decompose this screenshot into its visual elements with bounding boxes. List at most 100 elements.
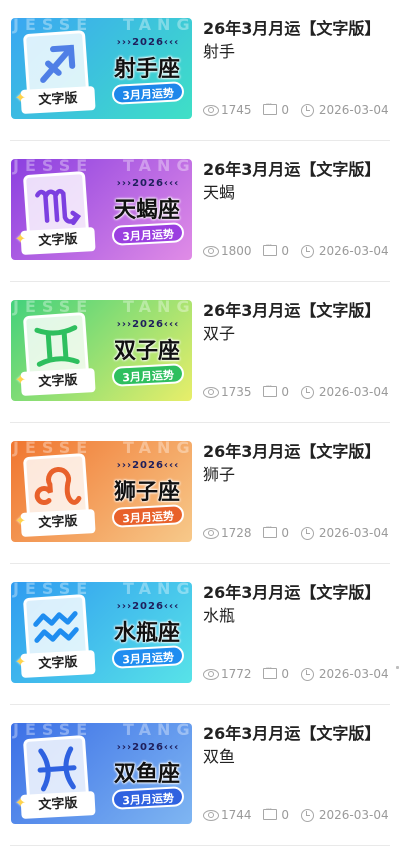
article-list-item[interactable]: JESSE TANG ›››2026‹‹‹ 射手座 3月月运势 文字版 ✦ 26… [0, 0, 400, 141]
article-thumbnail[interactable]: JESSE TANG ›››2026‹‹‹ 双鱼座 3月月运势 文字版 ✦ [11, 723, 192, 824]
thumbnail-text-tag: 文字版 [20, 86, 96, 114]
article-thumbnail[interactable]: JESSE TANG ›››2026‹‹‹ 水瓶座 3月月运势 文字版 ✦ [11, 582, 192, 683]
sparkle-icon: ✦ [15, 514, 26, 529]
thumbnail-sign-name: 天蝎座 [113, 198, 180, 223]
view-count: 1745 [221, 102, 252, 117]
article-subtitle[interactable]: 天蝎 [203, 182, 383, 204]
thumbnail-year: ›››2026‹‹‹ [116, 178, 180, 189]
eye-icon [203, 104, 219, 116]
article-thumbnail[interactable]: JESSE TANG ›››2026‹‹‹ 狮子座 3月月运势 文字版 ✦ [11, 441, 192, 542]
thumbnail-year: ›››2026‹‹‹ [116, 460, 180, 471]
thumbnail-watermark-right: TANG [123, 159, 192, 175]
sparkle-icon: ✦ [15, 232, 26, 247]
article-subtitle[interactable]: 双子 [203, 323, 383, 345]
eye-icon [203, 245, 219, 257]
view-count: 1735 [221, 384, 252, 399]
article-meta: 1745 0 2026-03-04 [203, 100, 393, 118]
comment-count: 0 [281, 525, 290, 540]
thumbnail-text-tag: 文字版 [20, 650, 96, 678]
sparkle-icon: ✦ [15, 373, 26, 388]
publish-date: 2026-03-04 [318, 666, 389, 681]
thumbnail-text-tag: 文字版 [20, 227, 96, 255]
eye-icon [203, 668, 219, 680]
article-list-item[interactable]: JESSE TANG ›››2026‹‹‹ 狮子座 3月月运势 文字版 ✦ 26… [0, 423, 400, 564]
thumbnail-watermark-right: TANG [123, 582, 192, 598]
comment-icon [263, 241, 278, 257]
clock-icon [300, 808, 316, 822]
publish-date: 2026-03-04 [318, 384, 389, 399]
thumbnail-month-label: 3月月运势 [111, 363, 185, 387]
comment-count: 0 [281, 807, 290, 822]
view-count: 1744 [221, 807, 252, 822]
article-subtitle[interactable]: 双鱼 [203, 746, 383, 768]
clock-icon [300, 103, 316, 117]
thumbnail-watermark-right: TANG [123, 300, 192, 316]
article-list-item[interactable]: JESSE TANG ›››2026‹‹‹ 双子座 3月月运势 文字版 ✦ 26… [0, 282, 400, 423]
thumbnail-watermark-right: TANG [123, 18, 192, 34]
publish-date: 2026-03-04 [318, 525, 389, 540]
article-meta: 1772 0 2026-03-04 [203, 664, 393, 682]
thumbnail-month-label: 3月月运势 [111, 81, 185, 105]
thumbnail-month-label: 3月月运势 [111, 222, 185, 246]
thumbnail-year: ›››2026‹‹‹ [116, 37, 180, 48]
article-thumbnail[interactable]: JESSE TANG ›››2026‹‹‹ 射手座 3月月运势 文字版 ✦ [11, 18, 192, 119]
eye-icon [203, 527, 219, 539]
comment-icon [263, 805, 278, 821]
article-subtitle[interactable]: 射手 [203, 41, 383, 63]
sparkle-icon: ✦ [15, 91, 26, 106]
comment-count: 0 [281, 384, 290, 399]
eye-icon [203, 809, 219, 821]
scroll-indicator[interactable] [396, 666, 399, 669]
thumbnail-sign-name: 双鱼座 [113, 762, 180, 787]
comment-count: 0 [281, 666, 290, 681]
thumbnail-sign-name: 水瓶座 [113, 621, 180, 646]
article-meta: 1728 0 2026-03-04 [203, 523, 393, 541]
article-meta: 1800 0 2026-03-04 [203, 241, 393, 259]
clock-icon [300, 244, 316, 258]
article-list-item[interactable]: JESSE TANG ›››2026‹‹‹ 双鱼座 3月月运势 文字版 ✦ 26… [0, 705, 400, 846]
thumbnail-text-tag: 文字版 [20, 368, 96, 396]
thumbnail-text-tag: 文字版 [20, 791, 96, 819]
thumbnail-text-tag: 文字版 [20, 509, 96, 537]
sparkle-icon: ✦ [15, 796, 26, 811]
item-divider [10, 845, 390, 846]
comment-count: 0 [281, 243, 290, 258]
thumbnail-year: ›››2026‹‹‹ [116, 601, 180, 612]
article-subtitle[interactable]: 水瓶 [203, 605, 383, 627]
view-count: 1772 [221, 666, 252, 681]
article-meta: 1744 0 2026-03-04 [203, 805, 393, 823]
thumbnail-month-label: 3月月运势 [111, 786, 185, 810]
thumbnail-year: ›››2026‹‹‹ [116, 742, 180, 753]
comment-count: 0 [281, 102, 290, 117]
comment-icon [263, 664, 278, 680]
article-thumbnail[interactable]: JESSE TANG ›››2026‹‹‹ 双子座 3月月运势 文字版 ✦ [11, 300, 192, 401]
thumbnail-watermark-right: TANG [123, 441, 192, 457]
thumbnail-year: ›››2026‹‹‹ [116, 319, 180, 330]
view-count: 1800 [221, 243, 252, 258]
article-title[interactable]: 26年3月月运【文字版】 [203, 723, 393, 745]
clock-icon [300, 385, 316, 399]
sparkle-icon: ✦ [15, 655, 26, 670]
thumbnail-sign-name: 双子座 [113, 339, 180, 364]
comment-icon [263, 382, 278, 398]
thumbnail-watermark-right: TANG [123, 723, 192, 739]
article-thumbnail[interactable]: JESSE TANG ›››2026‹‹‹ 天蝎座 3月月运势 文字版 ✦ [11, 159, 192, 260]
comment-icon [263, 100, 278, 116]
thumbnail-month-label: 3月月运势 [111, 645, 185, 669]
clock-icon [300, 667, 316, 681]
article-title[interactable]: 26年3月月运【文字版】 [203, 159, 393, 181]
article-title[interactable]: 26年3月月运【文字版】 [203, 300, 393, 322]
clock-icon [300, 526, 316, 540]
article-title[interactable]: 26年3月月运【文字版】 [203, 18, 393, 40]
article-subtitle[interactable]: 狮子 [203, 464, 383, 486]
thumbnail-sign-name: 射手座 [113, 57, 180, 82]
article-title[interactable]: 26年3月月运【文字版】 [203, 582, 393, 604]
comment-icon [263, 523, 278, 539]
publish-date: 2026-03-04 [318, 807, 389, 822]
article-list-item[interactable]: JESSE TANG ›››2026‹‹‹ 天蝎座 3月月运势 文字版 ✦ 26… [0, 141, 400, 282]
view-count: 1728 [221, 525, 252, 540]
publish-date: 2026-03-04 [318, 102, 389, 117]
article-title[interactable]: 26年3月月运【文字版】 [203, 441, 393, 463]
article-meta: 1735 0 2026-03-04 [203, 382, 393, 400]
article-list-item[interactable]: JESSE TANG ›››2026‹‹‹ 水瓶座 3月月运势 文字版 ✦ 26… [0, 564, 400, 705]
